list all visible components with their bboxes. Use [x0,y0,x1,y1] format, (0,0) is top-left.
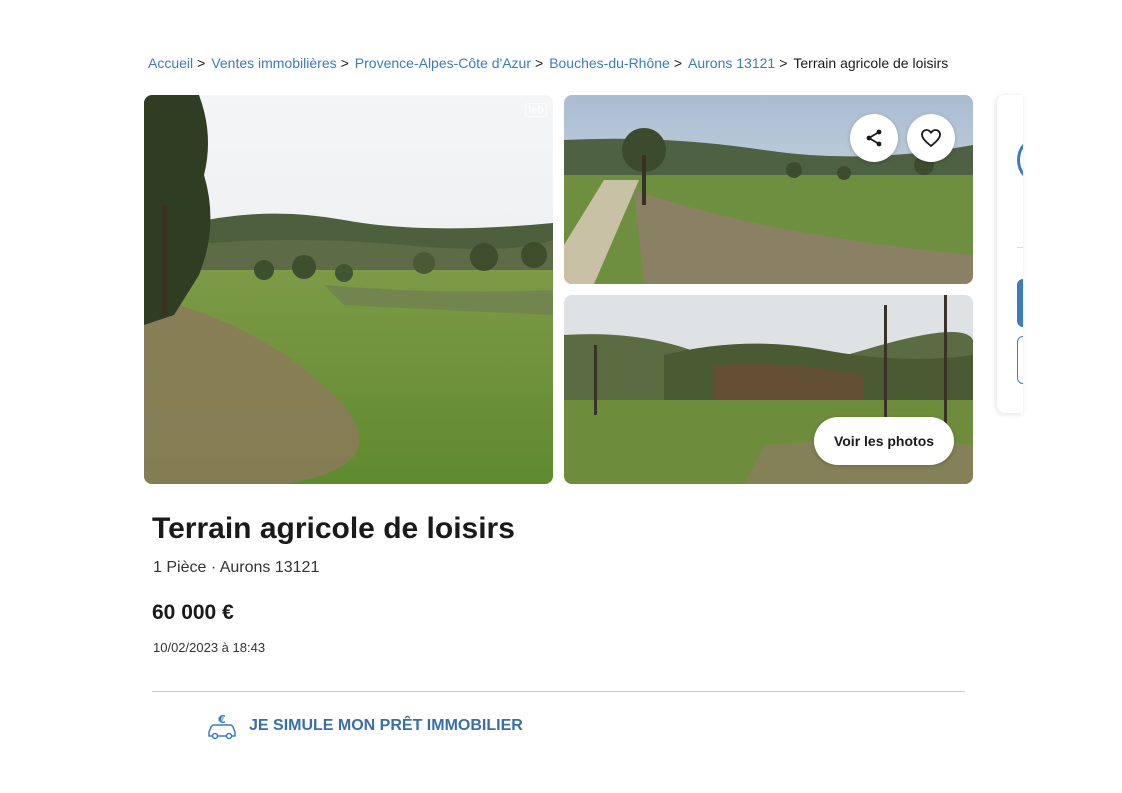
breadcrumb-separator: > [535,55,544,71]
breadcrumb-separator: > [673,55,683,71]
svg-text:€: € [217,713,226,726]
breadcrumb: Accueil > Ventes immobilières > Provence… [148,55,948,71]
share-button[interactable] [850,114,898,162]
contact-primary-button[interactable] [1017,279,1023,327]
breadcrumb-separator: > [779,55,788,71]
view-photos-button[interactable]: Voir les photos [814,417,954,465]
listing-price: 60 000 € [152,601,234,624]
listing-date: 10/02/2023 à 18:43 [153,640,266,655]
breadcrumb-separator: > [197,55,206,71]
share-icon [866,129,882,147]
main-photo[interactable]: leb [144,95,553,484]
watermark-logo: leb [525,103,547,117]
heart-icon [921,129,941,147]
contact-card [997,95,1023,413]
breadcrumb-department[interactable]: Bouches-du-Rhône [549,55,670,71]
contact-secondary-button[interactable] [1017,336,1023,384]
breadcrumb-city[interactable]: Aurons 13121 [688,55,775,71]
breadcrumb-region[interactable]: Provence-Alpes-Côte d'Azur [355,55,531,71]
card-divider [1017,247,1023,248]
agency-avatar [1017,135,1023,185]
loan-simulator-label: JE SIMULE MON PRÊT IMMOBILIER [249,717,523,734]
car-euro-icon: € [208,713,236,740]
divider [152,691,965,692]
breadcrumb-ventes[interactable]: Ventes immobilières [211,55,336,71]
breadcrumb-current: Terrain agricole de loisirs [793,55,949,71]
listing-subtitle: 1 Pièce · Aurons 13121 [153,559,320,576]
breadcrumb-separator: > [340,55,349,71]
loan-simulator-link[interactable]: € JE SIMULE MON PRÊT IMMOBILIER [205,712,523,740]
breadcrumb-accueil[interactable]: Accueil [148,55,193,71]
favorite-button[interactable] [907,114,955,162]
listing-title: Terrain agricole de loisirs [152,512,515,545]
